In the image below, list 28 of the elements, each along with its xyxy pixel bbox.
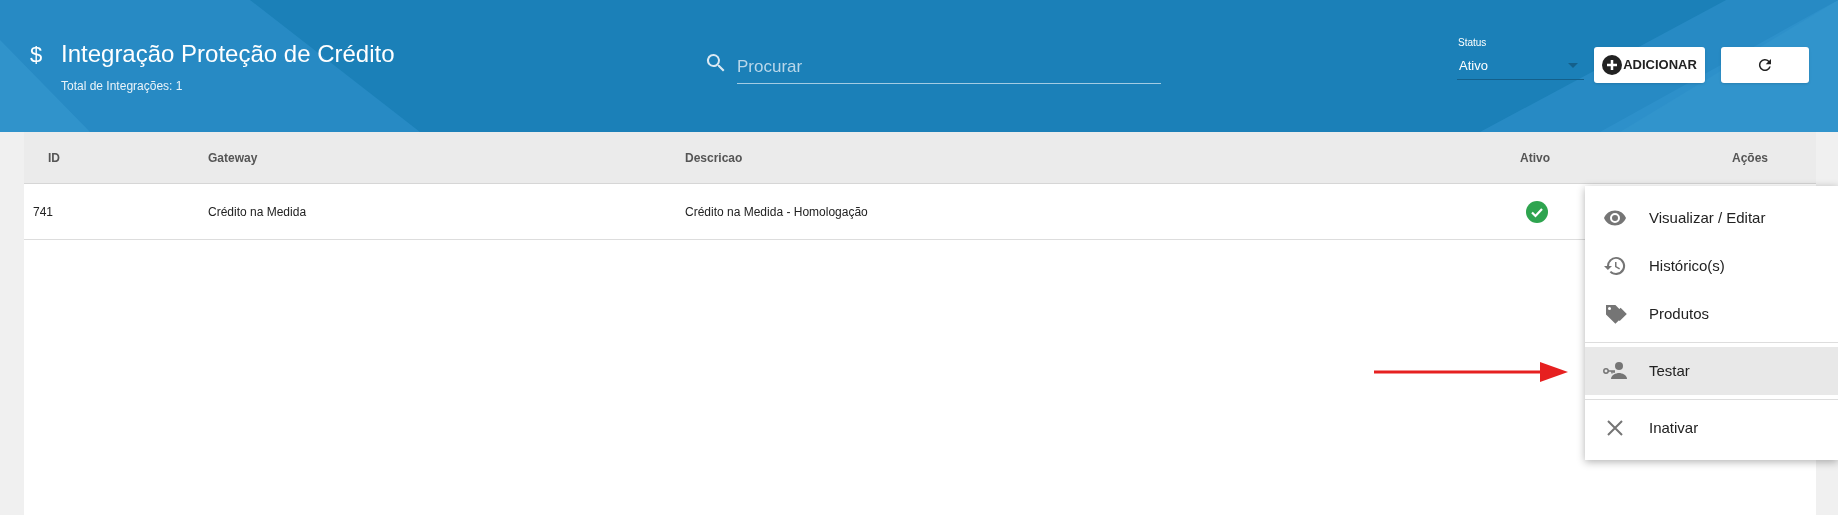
history-icon: [1603, 254, 1627, 278]
close-icon: [1605, 418, 1625, 438]
status-value: Ativo: [1459, 57, 1488, 75]
tags-icon: [1603, 302, 1627, 326]
search-field[interactable]: Procurar: [737, 50, 1161, 84]
menu-item[interactable]: Produtos: [1585, 290, 1838, 338]
table-cell: Crédito na Medida: [208, 204, 307, 219]
refresh-button[interactable]: [1721, 47, 1809, 83]
menu-item[interactable]: Histórico(s): [1585, 242, 1838, 290]
table-cell: 741: [33, 204, 54, 219]
caret-icon: [1568, 63, 1578, 69]
status-label: Status: [1458, 37, 1488, 49]
table-cell: Crédito na Medida - Homologação: [685, 204, 868, 219]
status-dropdown[interactable]: Status Ativo: [1457, 37, 1584, 80]
column-header: Descricao: [685, 150, 743, 165]
add-button[interactable]: ADICIONAR: [1594, 47, 1705, 83]
column-header: ID: [48, 150, 60, 165]
column-header: Gateway: [208, 150, 258, 165]
column-header: Ativo: [1520, 150, 1550, 165]
menu-item[interactable]: Testar: [1585, 347, 1838, 395]
dollar-icon: $: [30, 38, 43, 71]
column-header: Ações: [1731, 150, 1768, 165]
menu-item[interactable]: Inativar: [1585, 404, 1838, 452]
menu-item[interactable]: Visualizar / Editar: [1585, 194, 1838, 242]
page-title: Integração Proteção de Crédito: [61, 39, 395, 69]
refresh-icon: [1756, 56, 1774, 74]
integration-count: Total de Integrações: 1: [61, 78, 183, 95]
plus-circle-icon: [1602, 55, 1623, 75]
